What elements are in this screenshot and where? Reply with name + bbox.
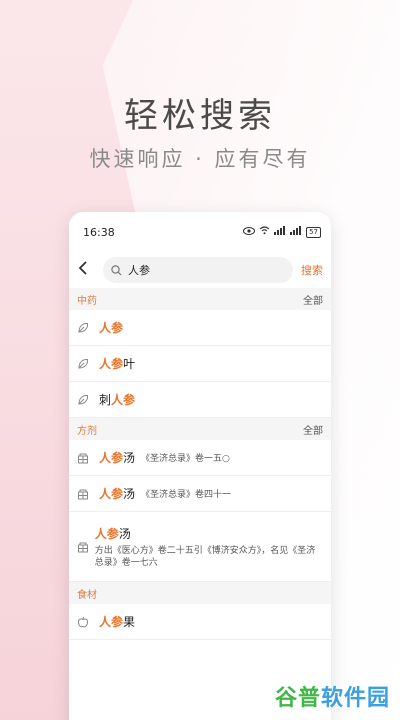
list-item[interactable]: 刺人参	[69, 382, 331, 418]
item-source: 《圣济总录》卷四十一	[141, 490, 232, 500]
status-bar: 16:38 57	[69, 212, 331, 252]
item-content: 人参汤 方出《医心方》卷二十五引《博济安众方》，名见《圣济总录》卷一七六	[95, 525, 323, 569]
signal-icon	[274, 226, 286, 238]
item-title: 人参	[99, 321, 124, 335]
section-header-prescriptions: 方剂 全部	[69, 418, 331, 440]
section-title: 食材	[77, 589, 97, 601]
list-item[interactable]: 人参汤 方出《医心方》卷二十五引《博济安众方》，名见《圣济总录》卷一七六	[69, 512, 331, 582]
item-title: 人参汤	[99, 487, 136, 501]
view-all-link[interactable]: 全部	[303, 422, 323, 437]
view-all-link[interactable]: 全部	[303, 292, 323, 307]
item-title: 刺人参	[99, 393, 136, 407]
list-item[interactable]: 人参果	[69, 604, 331, 640]
search-icon	[111, 261, 122, 280]
status-icons: 57	[243, 226, 321, 238]
hero-subtitle: 快速响应 · 应有尽有	[89, 147, 311, 171]
search-bar: 搜索	[69, 252, 331, 288]
list-item[interactable]: 人参汤 《圣济总录》卷四十一	[69, 476, 331, 512]
status-time: 16:38	[83, 225, 115, 239]
back-arrow-icon[interactable]	[77, 261, 97, 279]
battery-icon: 57	[306, 226, 321, 238]
section-title: 中药	[77, 295, 97, 307]
list-item[interactable]: 人参汤 《圣济总录》卷一五○	[69, 440, 331, 476]
hero-title: 轻松搜索	[124, 96, 276, 136]
item-description: 方出《医心方》卷二十五引《博济安众方》，名见《圣济总录》卷一七六	[94, 545, 316, 568]
eye-icon	[243, 226, 256, 238]
wifi-icon	[259, 226, 270, 238]
leaf-icon	[77, 394, 99, 406]
section-header-ingredients: 食材	[69, 582, 331, 604]
phone-screen: 16:38 57 搜索	[69, 212, 331, 720]
search-input[interactable]	[128, 263, 268, 277]
section-title: 方剂	[77, 425, 97, 437]
list-item[interactable]: 人参	[69, 310, 331, 346]
search-field[interactable]	[103, 257, 293, 283]
signal-icon	[290, 226, 302, 238]
apple-icon	[77, 616, 99, 628]
leaf-icon	[77, 358, 99, 370]
watermark-logo: 谷普软件园	[274, 686, 390, 711]
list-item[interactable]: 人参叶	[69, 346, 331, 382]
item-title: 人参叶	[99, 357, 136, 371]
pill-box-icon	[77, 541, 95, 553]
section-header-herbs: 中药 全部	[69, 288, 331, 310]
item-title: 人参汤	[94, 526, 131, 541]
item-source: 《圣济总录》卷一五○	[141, 454, 230, 464]
search-button[interactable]: 搜索	[301, 262, 323, 278]
pill-box-icon	[77, 452, 99, 464]
item-title: 人参汤	[99, 451, 136, 465]
item-title: 人参果	[99, 615, 136, 629]
leaf-icon	[77, 322, 99, 334]
pill-box-icon	[77, 488, 99, 500]
